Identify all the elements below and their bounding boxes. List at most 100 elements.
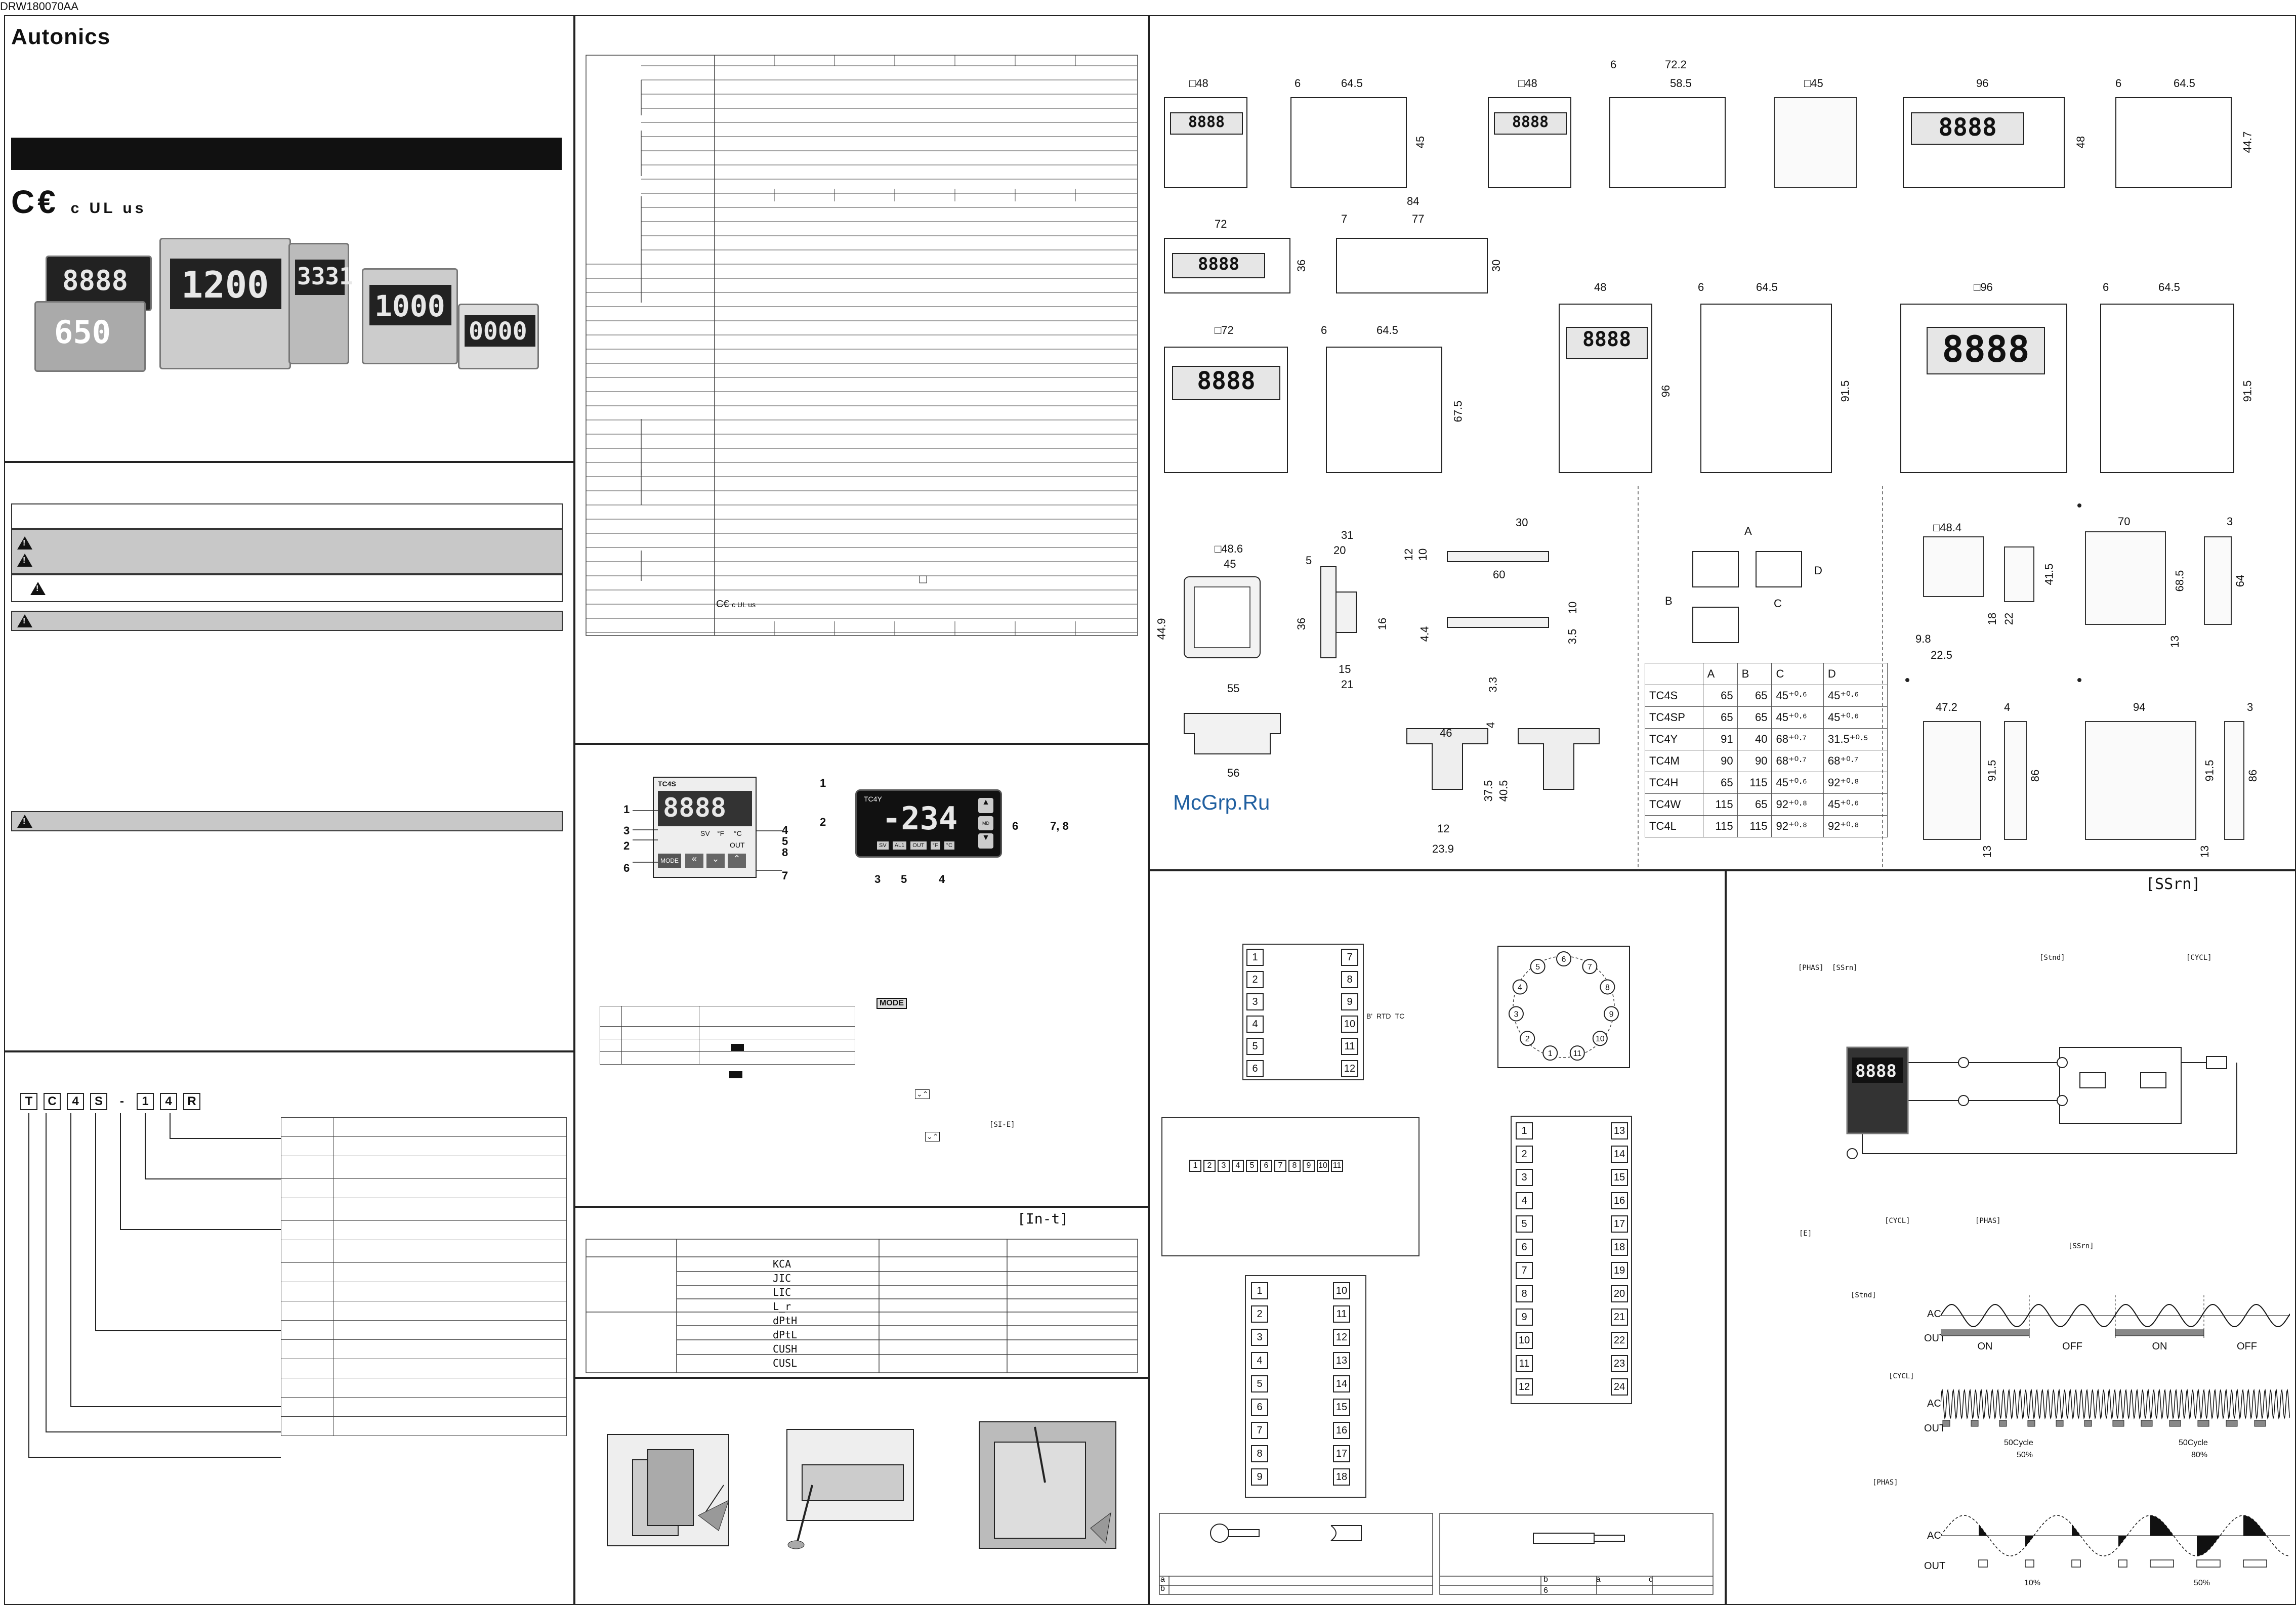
mode-key-icon[interactable]: MD — [978, 816, 993, 830]
panel-cutout-drawing — [1692, 551, 1802, 643]
warning-icon — [17, 554, 32, 567]
bracket-dim: 36 — [1295, 617, 1308, 630]
phase-conduction — [2072, 1525, 2080, 1536]
bracket-dim: 46 — [1440, 727, 1452, 739]
dim-tc4l-depth: 64.5 — [2158, 281, 2180, 293]
code-letter: 1 — [137, 1093, 154, 1110]
dim-tc4y-side: 7 — [1341, 213, 1348, 225]
socket-dim: 22.5 — [1931, 649, 1952, 661]
phase-conduction — [2197, 1536, 2220, 1556]
input-type-tag: [In-t] — [1017, 1210, 1069, 1227]
socket-pin-label: 5 — [1535, 963, 1540, 972]
cycle-waveform — [1941, 1388, 2290, 1427]
socket-pin-label: 1 — [1548, 1049, 1553, 1058]
tc4s-terminals-right: 7 8 9 10 11 12 — [1341, 949, 1358, 1077]
socket-pin-label: 4 — [1518, 984, 1522, 992]
product-image-5: 1000 — [362, 268, 458, 364]
product-image-6: 0000 — [458, 304, 539, 369]
caution-icon — [30, 581, 46, 595]
bracket-dim: 60 — [1493, 568, 1506, 581]
bracket-dim: 44.9 — [1155, 618, 1168, 640]
caution-title-row — [11, 503, 563, 529]
bracket-dim: 5 — [1306, 554, 1312, 567]
table-row: TC4M 90 90 68⁺⁰·⁷ 68⁺⁰·⁷ — [1645, 750, 1888, 772]
dim-tc4s-depth: 64.5 — [1341, 77, 1363, 90]
socket-dim: 68.5 — [2173, 570, 2186, 592]
socket-dim: 41.5 — [2042, 563, 2056, 585]
tc4y-front-diagram: TC4Y -234 ▲ MD ▼ SV AL1 OUT °F °C — [855, 789, 1002, 858]
tc4y-indicators: SV AL1 OUT °F °C — [877, 841, 954, 850]
cycle-pulse — [1971, 1420, 1979, 1427]
tc4h-terminals-right: 13 14 15 16 17 18 19 20 21 22 23 24 — [1611, 1122, 1628, 1396]
dim-tc4l-height: 91.5 — [2241, 380, 2254, 402]
key-indicator — [729, 1071, 742, 1078]
tc4y-callout-78: 7, 8 — [1050, 820, 1069, 832]
cutout-label-d: D — [1814, 564, 1822, 577]
dim-tc4sp-width: □48 — [1518, 77, 1537, 90]
dim-tc4y-depth2: 77 — [1412, 213, 1425, 225]
socket-side-drawing-86b — [2224, 721, 2244, 840]
tc4s-callout-lines — [633, 810, 782, 871]
up-arrow-icon[interactable]: ▲ — [978, 798, 993, 813]
tc4y-dim-front: 8888 — [1164, 238, 1290, 293]
dim-tc4w-height2: 44.7 — [2241, 131, 2254, 153]
phase-conduction — [2025, 1536, 2034, 1547]
tc4y-dim-side — [1336, 238, 1488, 293]
panel-ssr-drive — [1726, 870, 2296, 1605]
product-display: 650 — [54, 314, 111, 351]
caution-note-row — [11, 574, 563, 602]
cycle-pulse — [2141, 1420, 2153, 1427]
cycle-pulse — [2112, 1420, 2124, 1427]
caution-warning-box — [11, 529, 563, 574]
bracket-dim: 23.9 — [1432, 842, 1454, 855]
code-letter: R — [183, 1093, 200, 1110]
phase-pulse — [2243, 1559, 2267, 1568]
socket-dim: 13 — [2168, 635, 2182, 648]
ring-labels: a b — [1160, 1575, 1165, 1593]
socket-pin-label: 3 — [1514, 1010, 1519, 1019]
tc4h-terminals-left: 1 2 3 4 5 6 7 8 9 10 11 12 — [1516, 1122, 1533, 1396]
phase-pulse — [2071, 1559, 2081, 1568]
socket-pin-label: 11 — [1573, 1049, 1581, 1058]
bracket-dim: 55 — [1227, 682, 1240, 695]
dim-tc4sp-depth1: 72.2 — [1665, 58, 1687, 71]
dim-tc4w-width: 96 — [1976, 77, 1989, 90]
rail-clip-drawing — [1406, 728, 1600, 790]
product-image-4: 3331 — [288, 243, 353, 364]
dim-tc4h-height2: 91.5 — [1839, 380, 1852, 402]
tc4sp-dim-side — [1609, 97, 1726, 188]
down-up-keys-icon: ⌄⌃ — [915, 1089, 930, 1099]
dim-tc4y-height2: 30 — [1490, 259, 1503, 272]
phase-pulse — [2196, 1559, 2221, 1568]
dim-tc4w-depth: 64.5 — [2174, 77, 2195, 90]
socket-drawing-94 — [2085, 721, 2196, 840]
phase-conduction — [2118, 1536, 2127, 1547]
socket-side-drawing-86 — [2004, 721, 2027, 840]
tc4s-terminals-left: 1 2 3 4 5 6 — [1246, 949, 1264, 1077]
bracket-dim: 40.5 — [1497, 780, 1510, 802]
socket-dim: 47.2 — [1936, 701, 1957, 713]
socket-dim: 86 — [2246, 769, 2260, 782]
svg-text:8888: 8888 — [1855, 1061, 1897, 1081]
code-letter: 4 — [67, 1093, 84, 1110]
code-letter: T — [20, 1093, 37, 1110]
socket-dim: 3 — [2247, 701, 2253, 713]
tc4sp-socket-diagram: 1 2 3 4 5 6 7 8 9 10 11 — [1497, 946, 1630, 1068]
socket-dim: 91.5 — [1985, 759, 1998, 782]
tc4w-dim-side — [2115, 97, 2232, 188]
wave-ac-label: AC — [1927, 1530, 1941, 1541]
bracket-dim: 37.5 — [1482, 780, 1495, 802]
socket-dim: 22 — [2002, 612, 2016, 625]
phase-conduction — [2150, 1515, 2174, 1536]
dim-tc4y-depth1: 84 — [1407, 195, 1420, 207]
model-label: TC4Y — [864, 795, 882, 803]
watermark: McGrp.Ru — [1173, 790, 1270, 814]
table-row: TC4H 65 115 45⁺⁰·⁶ 92⁺⁰·⁸ — [1645, 772, 1888, 794]
socket-pin-label: 9 — [1609, 1010, 1614, 1019]
cycle-pulse — [2169, 1420, 2181, 1427]
down-arrow-icon[interactable]: ▼ — [978, 833, 993, 849]
tc4y-callout-6: 6 — [1012, 820, 1019, 832]
socket-pin-label: 6 — [1562, 955, 1566, 964]
bracket-dim: 12 — [1402, 548, 1415, 561]
cycle-pulse — [2027, 1420, 2035, 1427]
